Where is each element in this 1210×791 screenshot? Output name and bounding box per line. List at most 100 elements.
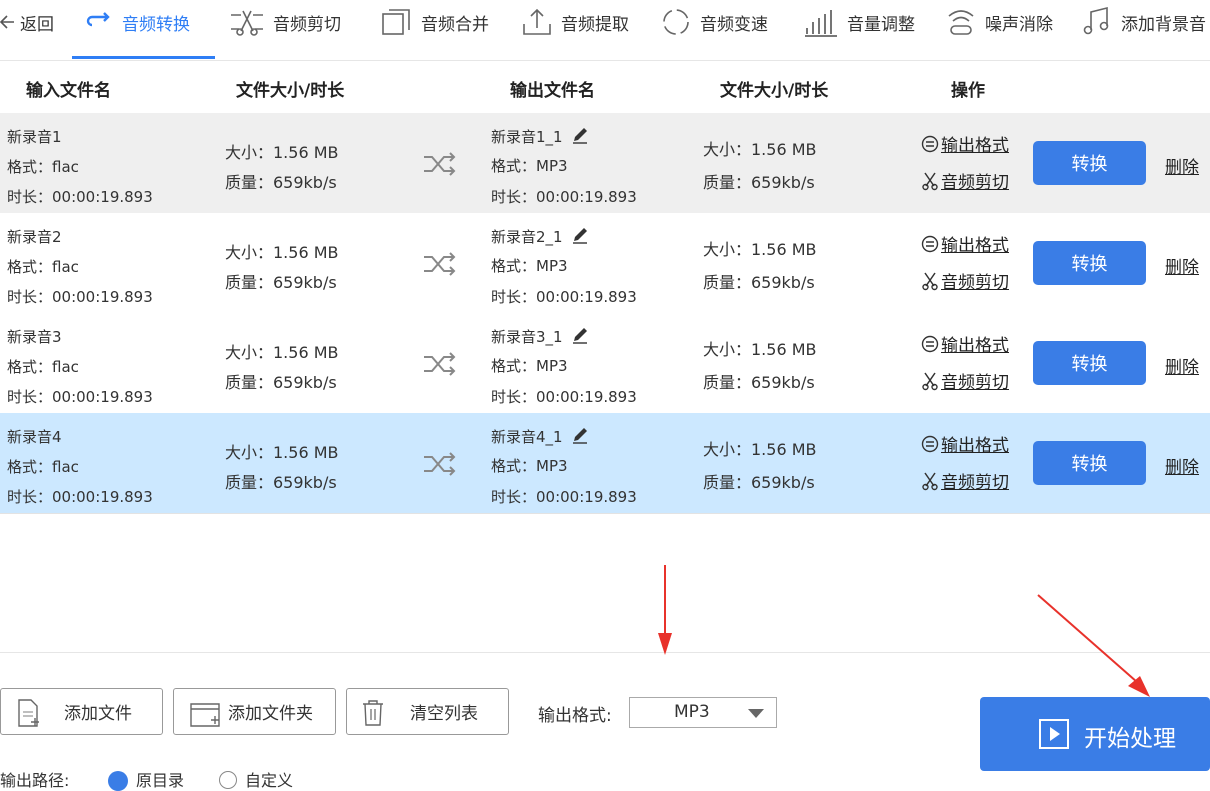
convert-button[interactable]: 转换 [1033,441,1146,485]
input-duration: 时长：00:00:19.893 [7,188,153,206]
output-format: 格式：MP3 [491,157,568,175]
convert-button[interactable]: 转换 [1033,341,1146,385]
scissors-icon [922,472,938,490]
chevron-down-icon [748,709,764,718]
audio-cut-link[interactable]: 音频剪切 [921,268,1009,293]
radio-custom-label: 自定义 [245,771,294,790]
add-file-label: 添加文件 [64,704,132,724]
output-format-label: 输出格式 [941,336,1009,356]
header-output-filename: 输出文件名 [510,81,595,101]
input-quality: 质量：659kb/s [225,473,337,492]
speed-circle-icon [663,9,689,35]
output-format-link[interactable]: 输出格式 [921,231,1009,256]
start-label: 开始处理 [1084,726,1176,752]
tab-audio-convert[interactable]: 音频转换 [84,0,190,44]
output-format-link[interactable]: 输出格式 [921,431,1009,456]
table-row[interactable]: 新录音1 格式：flac 时长：00:00:19.893 大小：1.56 MB … [0,113,1210,214]
bottom-divider [0,652,1210,653]
play-icon [1039,719,1069,749]
convert-button[interactable]: 转换 [1033,141,1146,185]
input-quality: 质量：659kb/s [225,373,337,392]
format-swap-icon [921,435,939,452]
output-filename-wrap: 新录音2_1 [491,226,589,247]
annotation-arrow-diagonal [1037,594,1150,697]
output-format-select[interactable]: MP3 [629,697,777,728]
noise-wave-icon [948,10,974,35]
input-size: 大小：1.56 MB [225,443,339,462]
table-row[interactable]: 新录音4 格式：flac 时长：00:00:19.893 大小：1.56 MB … [0,413,1210,514]
header-input-filename: 输入文件名 [26,81,111,101]
delete-link[interactable]: 删除 [1165,353,1199,378]
output-format-label: 输出格式: [538,706,612,726]
music-note-icon [1083,6,1109,35]
header-operation: 操作 [951,81,985,101]
output-filename: 新录音4_1 [491,428,563,446]
delete-link[interactable]: 删除 [1165,153,1199,178]
tab-label: 音频剪切 [273,14,341,35]
input-format: 格式：flac [7,158,79,176]
clear-list-button[interactable]: 清空列表 [346,688,509,735]
output-filename: 新录音3_1 [491,328,563,346]
output-duration: 时长：00:00:19.893 [491,288,637,306]
header-output-size: 文件大小/时长 [720,81,829,101]
back-button[interactable]: 返回 [0,0,54,44]
output-duration: 时长：00:00:19.893 [491,188,637,206]
tab-volume-adjust[interactable]: 音量调整 [803,0,915,44]
tab-audio-extract[interactable]: 音频提取 [521,0,629,44]
tab-add-bgm[interactable]: 添加背景音 [1081,0,1206,44]
active-tab-indicator [72,56,215,59]
output-size: 大小：1.56 MB [703,440,817,459]
pencil-edit-icon[interactable] [571,226,589,244]
shuffle-icon [424,252,456,276]
audio-cut-link[interactable]: 音频剪切 [921,168,1009,193]
convert-button[interactable]: 转换 [1033,241,1146,285]
radio-custom[interactable] [219,771,237,789]
input-duration: 时长：00:00:19.893 [7,488,153,506]
radio-original-dir[interactable] [108,771,128,791]
format-swap-icon [921,135,939,152]
shuffle-icon [424,352,456,376]
add-file-button[interactable]: 添加文件 [0,688,163,735]
tab-audio-merge[interactable]: 音频合并 [381,0,489,44]
tab-label: 音频提取 [561,14,629,35]
output-quality: 质量：659kb/s [703,473,815,492]
pencil-edit-icon[interactable] [571,426,589,444]
input-filename: 新录音2 [7,228,62,246]
tab-audio-cut[interactable]: 音频剪切 [229,0,341,44]
output-duration: 时长：00:00:19.893 [491,488,637,506]
top-toolbar: 返回 音频转换 音频剪切 音频合并 音频提取 音频变速 音量调整 噪声消除 添加… [0,0,1210,61]
add-folder-button[interactable]: 添加文件夹 [173,688,336,735]
output-format-label: 输出格式 [941,436,1009,456]
input-quality: 质量：659kb/s [225,173,337,192]
table-row[interactable]: 新录音3 格式：flac 时长：00:00:19.893 大小：1.56 MB … [0,313,1210,414]
audio-cut-link[interactable]: 音频剪切 [921,468,1009,493]
start-processing-button[interactable]: 开始处理 [980,697,1210,771]
input-size: 大小：1.56 MB [225,343,339,362]
trash-icon [363,700,383,726]
shuffle-icon [424,152,456,176]
output-size: 大小：1.56 MB [703,240,817,259]
audio-cut-link[interactable]: 音频剪切 [921,368,1009,393]
output-format-link[interactable]: 输出格式 [921,131,1009,156]
output-filename-wrap: 新录音1_1 [491,126,589,147]
output-filename: 新录音1_1 [491,128,563,146]
input-format: 格式：flac [7,258,79,276]
pencil-edit-icon[interactable] [571,326,589,344]
pencil-edit-icon[interactable] [571,126,589,144]
tab-label: 音频转换 [122,14,190,35]
scissors-icon [922,172,938,190]
delete-link[interactable]: 删除 [1165,453,1199,478]
output-format-link[interactable]: 输出格式 [921,331,1009,356]
input-size: 大小：1.56 MB [225,143,339,162]
tab-audio-speed[interactable]: 音频变速 [660,0,768,44]
merge-icon [382,9,410,35]
delete-link[interactable]: 删除 [1165,253,1199,278]
tab-noise-removal[interactable]: 噪声消除 [945,0,1053,44]
input-quality: 质量：659kb/s [225,273,337,292]
upload-icon [523,8,551,35]
shuffle-icon [424,452,456,476]
output-format: 格式：MP3 [491,457,568,475]
input-format: 格式：flac [7,358,79,376]
table-row[interactable]: 新录音2 格式：flac 时长：00:00:19.893 大小：1.56 MB … [0,213,1210,314]
audio-cut-label: 音频剪切 [941,473,1009,493]
